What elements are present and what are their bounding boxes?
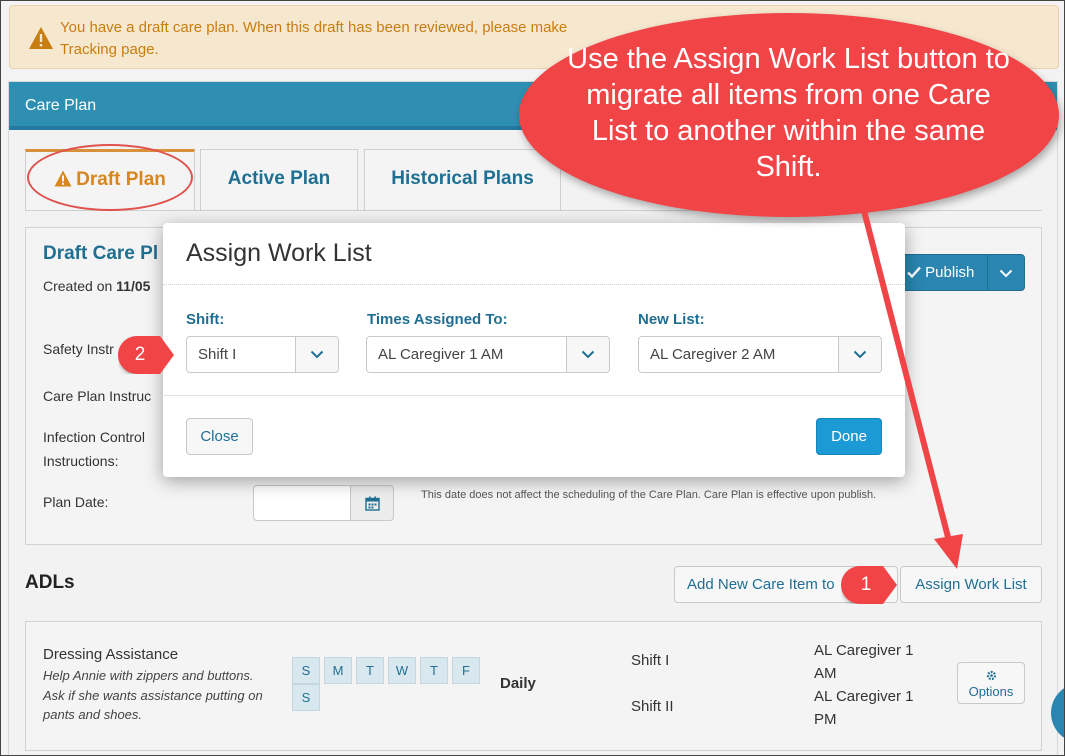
created-prefix: Created on [43, 278, 117, 294]
app-frame: You have a draft care plan. When this dr… [0, 0, 1065, 756]
new-list-label: New List: [638, 311, 705, 328]
publish-label: Publish [925, 264, 975, 281]
plan-date-label: Plan Date: [43, 494, 109, 510]
infection-control-label: Infection Control Instructions: [43, 429, 145, 469]
day-badge: M [324, 657, 352, 684]
publish-dropdown-button[interactable] [987, 254, 1025, 291]
adl-shift: Shift II [631, 698, 674, 715]
new-list-value: AL Caregiver 2 AM [650, 346, 776, 363]
modal-title: Assign Work List [186, 239, 372, 267]
tab-active-plan[interactable]: Active Plan [200, 149, 358, 211]
adl-shift: Shift I [631, 652, 670, 669]
tab-historical-plans[interactable]: Historical Plans [364, 149, 561, 211]
care-plan-instructions-label: Care Plan Instruc [43, 388, 152, 404]
annotation-callout-text: Use the Assign Work List button to migra… [567, 43, 1010, 183]
calendar-button[interactable] [350, 485, 394, 521]
assign-work-list-button[interactable]: Assign Work List [900, 566, 1042, 603]
times-assigned-label: Times Assigned To: [367, 311, 508, 328]
check-icon [907, 266, 921, 279]
tab-divider [25, 210, 1042, 211]
day-badge: W [388, 657, 416, 684]
gear-icon [986, 670, 996, 681]
shift-label: Shift: [186, 311, 225, 328]
adl-frequency: Daily [500, 675, 536, 692]
warning-icon [29, 27, 53, 49]
adl-item-description: Help Annie with zippers and buttons. Ask… [43, 668, 263, 722]
tab-label: Active Plan [227, 168, 331, 189]
day-badge: F [452, 657, 480, 684]
adls-heading: ADLs [25, 572, 75, 593]
modal-footer-divider [163, 395, 905, 396]
times-assigned-caret[interactable] [566, 337, 609, 372]
times-assigned-select[interactable]: AL Caregiver 1 AM [366, 336, 610, 373]
options-label: Options [968, 684, 1014, 699]
draft-care-plan-title: Draft Care Pl [43, 243, 159, 264]
tab-label: Historical Plans [391, 168, 534, 189]
plan-date-note: This date does not affect the scheduling… [421, 489, 877, 501]
alert-text: You have a draft care plan. When this dr… [60, 19, 568, 58]
chevron-down-icon [310, 350, 324, 359]
options-button[interactable]: Options [957, 662, 1025, 704]
publish-button[interactable]: Publish [898, 254, 988, 291]
safety-instructions-label: Safety Instr [43, 341, 114, 357]
adl-caregiver: AL Caregiver 1 PM [814, 688, 914, 728]
done-button[interactable]: Done [816, 418, 882, 455]
adl-item-name: Dressing Assistance [43, 646, 179, 663]
shift-select-caret[interactable] [295, 337, 338, 372]
adl-caregiver: AL Caregiver 1 AM [814, 642, 914, 682]
plan-date-input[interactable] [253, 485, 351, 521]
chevron-down-icon [999, 269, 1013, 278]
day-badge: T [356, 657, 384, 684]
calendar-icon [365, 496, 380, 511]
modal-divider [163, 284, 905, 285]
annotation-highlight-ring [27, 144, 193, 211]
chevron-down-icon [581, 350, 595, 359]
assign-work-list-modal: Assign Work List Shift: Shift I Times As… [163, 223, 905, 477]
new-list-caret[interactable] [838, 337, 881, 372]
created-date: 11/05 [116, 278, 151, 294]
close-button[interactable]: Close [186, 418, 253, 455]
day-badge: S [292, 684, 320, 711]
new-list-select[interactable]: AL Caregiver 2 AM [638, 336, 882, 373]
shift-select-value: Shift I [198, 346, 237, 363]
shift-select[interactable]: Shift I [186, 336, 339, 373]
chevron-down-icon [853, 350, 867, 359]
created-on-text: Created on 11/05 [43, 278, 150, 294]
times-assigned-value: AL Caregiver 1 AM [378, 346, 504, 363]
day-badge: S [292, 657, 320, 684]
day-badge: T [420, 657, 448, 684]
